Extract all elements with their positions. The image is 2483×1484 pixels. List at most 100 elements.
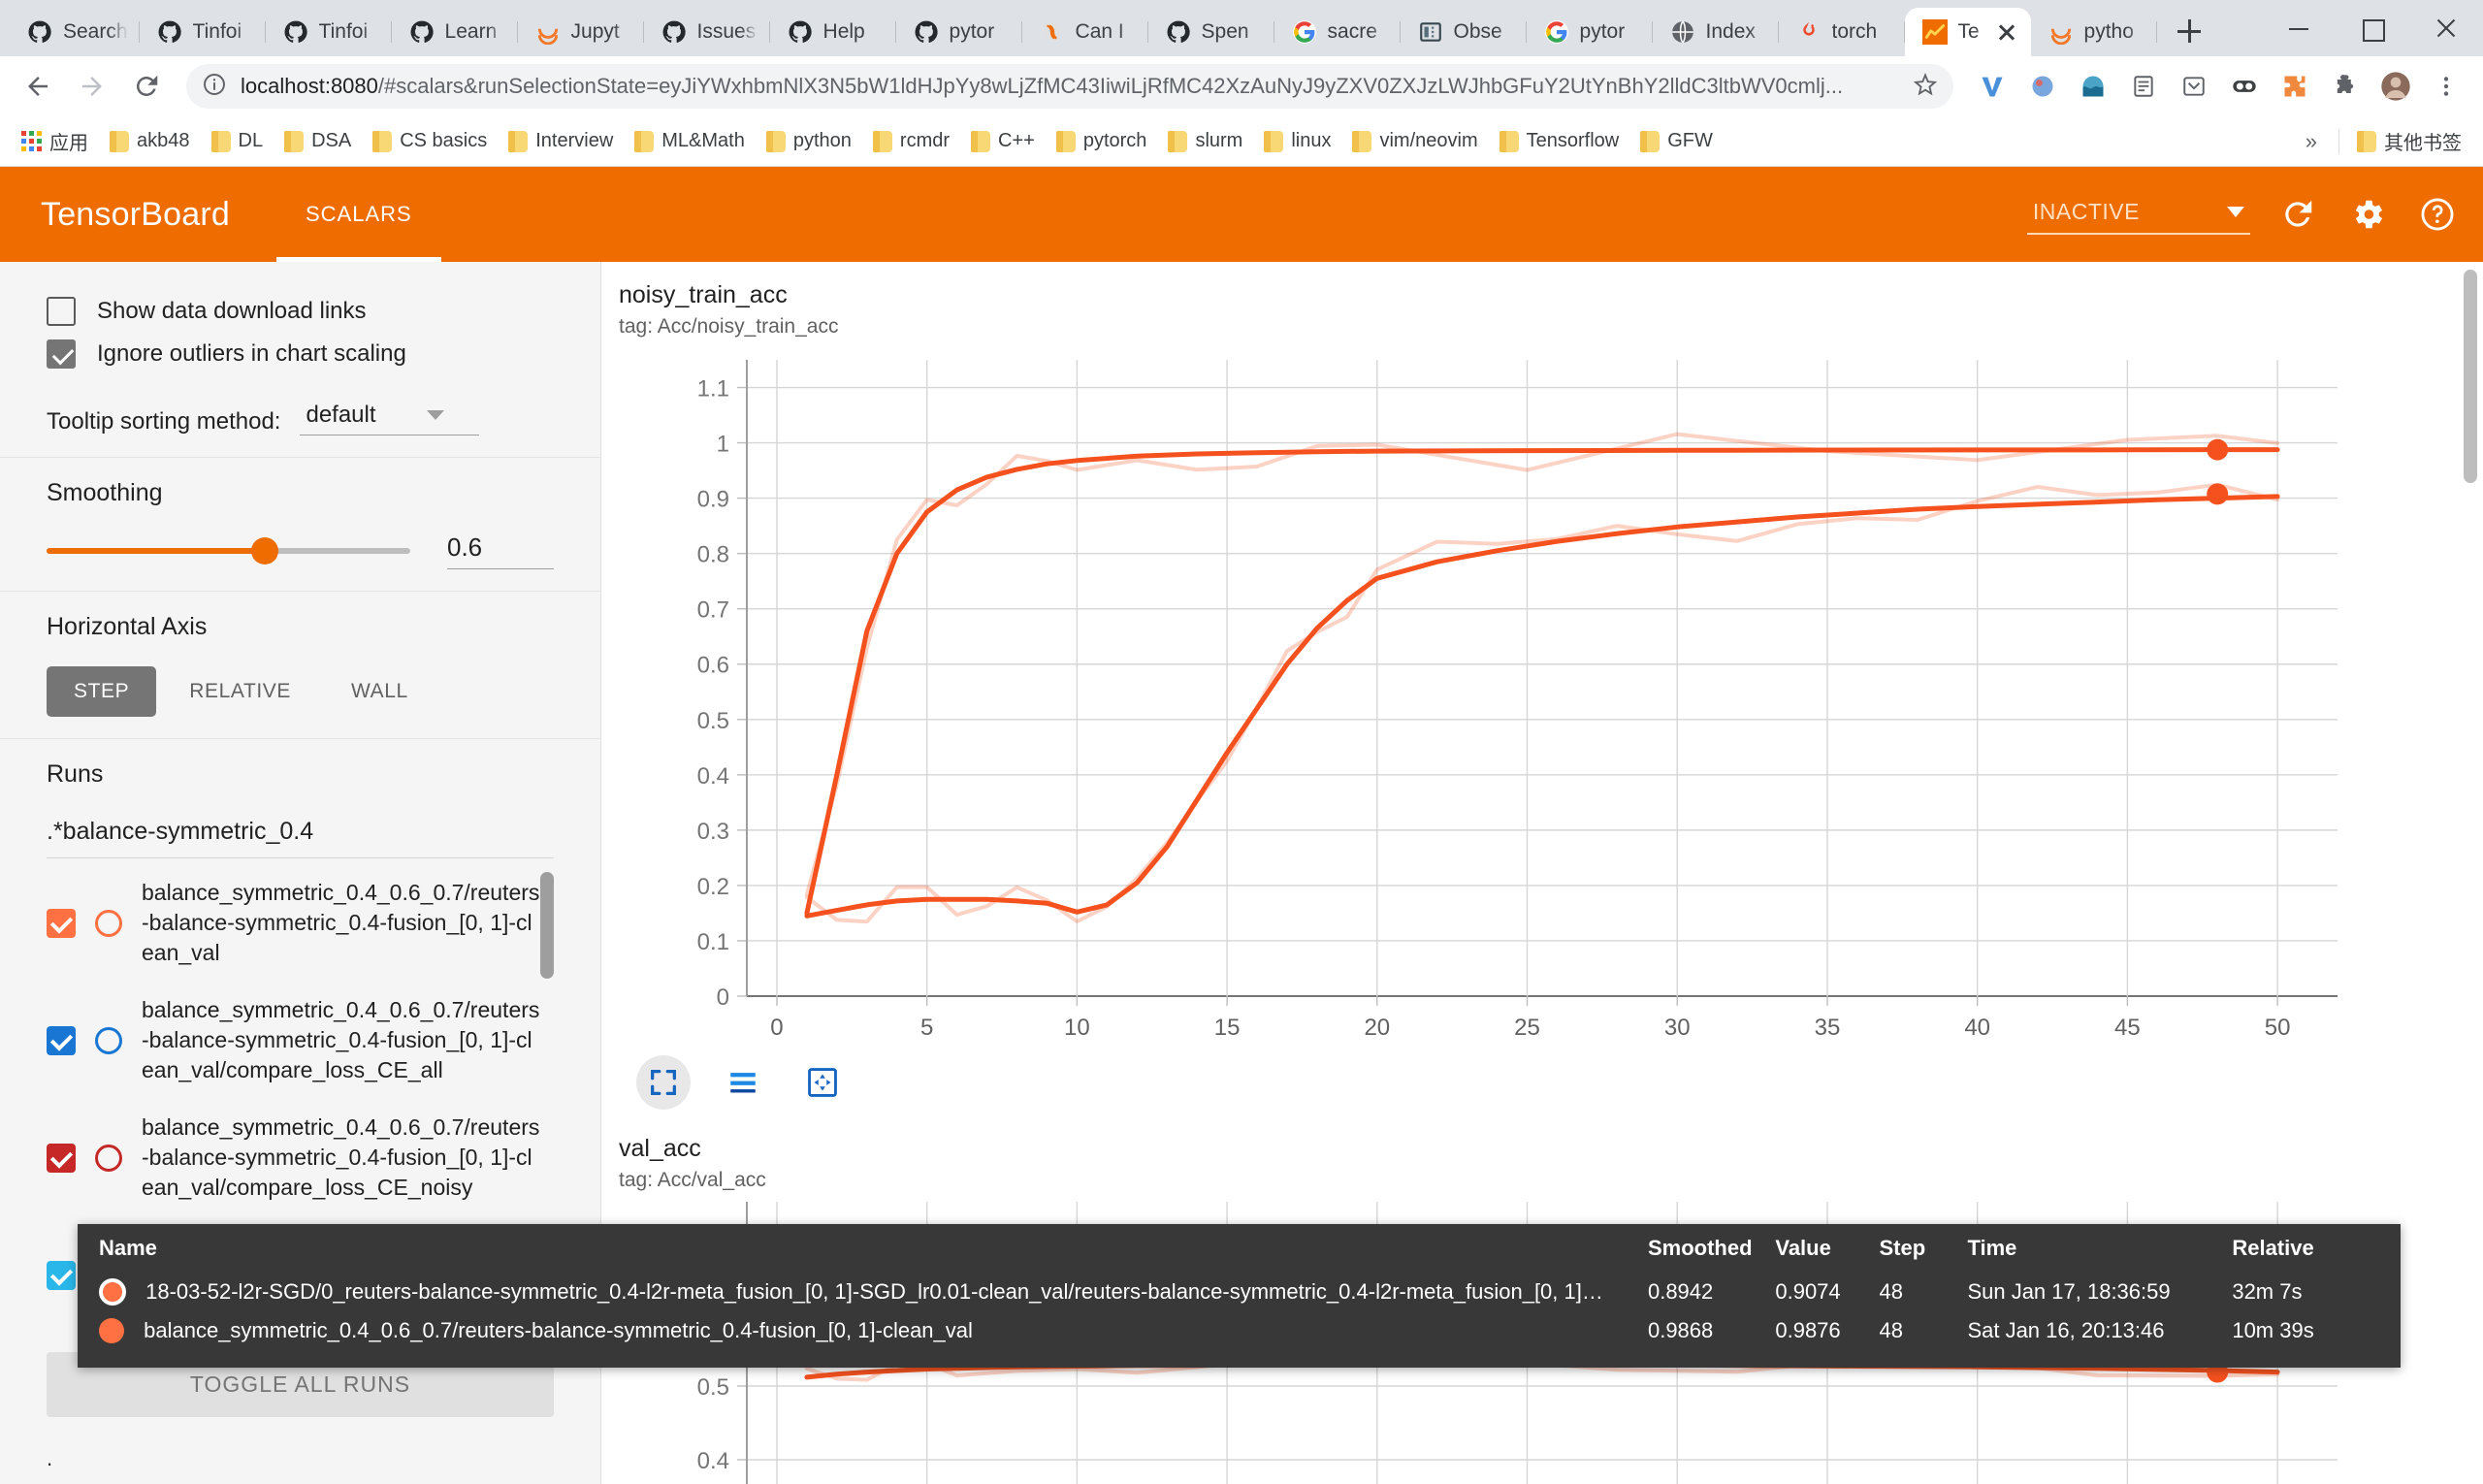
smoothing-slider-knob[interactable] — [251, 537, 278, 565]
smoothing-slider[interactable] — [47, 537, 410, 565]
axis-option-relative[interactable]: RELATIVE — [162, 666, 318, 717]
chart-plot-area[interactable]: 0 0.1 0.2 0.3 0.4 0.5 0.6 0.7 0.8 0.9 1 1.1 0 5 10 15 20… — [601, 339, 2483, 1061]
bookmark-item[interactable]: DL — [202, 126, 274, 156]
fullscreen-icon[interactable] — [636, 1055, 691, 1110]
avatar[interactable] — [2372, 63, 2419, 110]
reload-state-select[interactable]: INACTIVE — [2026, 195, 2250, 235]
bookmark-item[interactable]: rcmdr — [863, 126, 959, 156]
browser-tab[interactable]: Index — [1653, 8, 1779, 56]
axis-option-wall[interactable]: WALL — [324, 666, 435, 717]
browser-tab[interactable]: Search — [10, 8, 140, 56]
bookmark-item[interactable]: C++ — [961, 126, 1045, 156]
checkbox-box[interactable] — [47, 339, 76, 369]
bookmark-item[interactable]: GFW — [1630, 126, 1723, 156]
extension-jigsaw-icon[interactable] — [2322, 63, 2369, 110]
github-icon — [914, 19, 939, 45]
tooltip-col-name: Name — [99, 1236, 157, 1260]
reload-state-label: INACTIVE — [2032, 198, 2140, 224]
page-info-icon[interactable] — [202, 72, 227, 102]
browser-tab[interactable]: Help — [770, 8, 896, 56]
forward-icon[interactable] — [68, 62, 116, 111]
runs-filter-input[interactable]: .*balance-symmetric_0.4 — [47, 818, 554, 858]
browser-tab-label: Help — [822, 20, 865, 43]
bookmark-item[interactable]: CS basics — [363, 126, 497, 156]
maximize-button[interactable] — [2336, 0, 2409, 56]
bookmark-item[interactable]: Tensorflow — [1490, 126, 1629, 156]
browser-tab-active[interactable]: Te — [1904, 8, 2031, 56]
run-list-item[interactable]: balance_symmetric_0.4_0.6_0.7/reuters-ba… — [47, 982, 540, 1099]
run-checkbox[interactable] — [47, 1143, 76, 1173]
bookmark-item[interactable]: slurm — [1158, 126, 1252, 156]
tooltip-sorting-select[interactable]: default — [300, 402, 480, 436]
bookmark-item[interactable]: linux — [1254, 126, 1340, 156]
bookmarks-overflow-button[interactable]: » — [2292, 129, 2331, 154]
minimize-button[interactable] — [2262, 0, 2336, 56]
extension-pocket-icon[interactable] — [2171, 63, 2217, 110]
run-checkbox[interactable] — [47, 1025, 76, 1055]
bookmark-item[interactable]: vim/neovim — [1342, 126, 1487, 156]
bookmark-item[interactable]: Interview — [499, 126, 623, 156]
svg-text:10: 10 — [1064, 1015, 1090, 1041]
run-checkbox[interactable] — [47, 1260, 76, 1290]
run-list-item[interactable]: balance_symmetric_0.4_0.6_0.7/reuters-ba… — [47, 1099, 540, 1216]
bookmark-item[interactable]: pytorch — [1047, 126, 1157, 156]
refresh-icon[interactable] — [2275, 192, 2320, 237]
runs-scrollbar[interactable] — [540, 872, 554, 979]
browser-tab[interactable]: pytor — [1527, 8, 1653, 56]
close-window-button[interactable] — [2409, 0, 2483, 56]
axis-option-step[interactable]: STEP — [47, 666, 157, 717]
bookmark-label: pytorch — [1082, 130, 1147, 151]
browser-tab[interactable]: Jupyt — [518, 8, 644, 56]
bookmark-item[interactable]: 应用 — [12, 123, 98, 159]
bookmark-label: python — [792, 130, 852, 151]
browser-tab[interactable]: Tinfoi — [266, 8, 392, 56]
run-list-item[interactable]: balance_symmetric_0.4_0.6_0.7/reuters-ba… — [47, 864, 540, 982]
browser-tab[interactable]: Issues — [644, 8, 770, 56]
checkbox-label: Ignore outliers in chart scaling — [97, 340, 406, 367]
checkbox-box[interactable] — [47, 297, 76, 326]
checkbox-ignore-outliers[interactable]: Ignore outliers in chart scaling — [47, 339, 554, 369]
bookmark-item[interactable]: akb48 — [100, 126, 200, 156]
help-circle-icon[interactable] — [2415, 192, 2460, 237]
bookmark-item[interactable]: python — [757, 126, 861, 156]
bookmark-label: CS basics — [400, 130, 488, 151]
tab-scalars[interactable]: SCALARS — [275, 167, 441, 262]
charts-scrollbar[interactable] — [2464, 270, 2477, 483]
address-bar[interactable]: localhost:8080/#scalars&runSelectionStat… — [186, 64, 1953, 109]
pan-icon[interactable] — [795, 1055, 850, 1110]
browser-tab[interactable]: sacre — [1274, 8, 1401, 56]
browser-tab[interactable]: torch — [1779, 8, 1905, 56]
back-icon[interactable] — [14, 62, 62, 111]
browser-tab[interactable]: Spen — [1148, 8, 1274, 56]
close-tab-icon[interactable] — [1994, 19, 2019, 45]
folder-icon — [210, 130, 231, 152]
browser-tab[interactable]: Can I — [1022, 8, 1148, 56]
browser-tab[interactable]: Learn — [392, 8, 518, 56]
browser-menu-icon[interactable] — [2423, 63, 2469, 110]
browser-tab[interactable]: pytor — [896, 8, 1022, 56]
data-range-icon[interactable] — [716, 1055, 770, 1110]
extension-vimium-icon[interactable] — [1969, 63, 2015, 110]
bookmark-item[interactable]: DSA — [274, 126, 361, 156]
run-checkbox[interactable] — [47, 908, 76, 938]
browser-tab[interactable]: pytho — [2031, 8, 2157, 56]
extension-note-icon[interactable] — [2120, 63, 2167, 110]
extension-wave-icon[interactable] — [2070, 63, 2116, 110]
browser-tab[interactable]: Tinfoi — [140, 8, 266, 56]
chart-svg[interactable]: 0 0.1 0.2 0.3 0.4 0.5 0.6 0.7 0.8 0.9 1 1.1 0 5 10 15 20… — [601, 339, 2444, 1056]
extension-puzzle-icon[interactable] — [2272, 63, 2318, 110]
checkbox-show-data-download-links[interactable]: Show data download links — [47, 297, 554, 326]
chart-tag: tag: Acc/val_acc — [619, 1169, 766, 1191]
extension-colorpick-icon[interactable] — [2019, 63, 2066, 110]
bookmark-other-bookmarks[interactable]: 其他书签 — [2347, 123, 2471, 159]
browser-tab-label: pytor — [1579, 20, 1626, 43]
extension-goggles-icon[interactable] — [2221, 63, 2268, 110]
bookmark-star-icon[interactable] — [1913, 72, 1938, 102]
app-brand[interactable]: TensorBoard — [41, 196, 230, 234]
gear-icon[interactable] — [2345, 192, 2390, 237]
reload-icon[interactable] — [122, 62, 171, 111]
smoothing-value-input[interactable]: 0.6 — [447, 532, 554, 569]
bookmark-item[interactable]: ML&Math — [625, 126, 755, 156]
browser-tab[interactable]: Obse — [1401, 8, 1527, 56]
new-tab-button[interactable] — [2167, 9, 2211, 53]
